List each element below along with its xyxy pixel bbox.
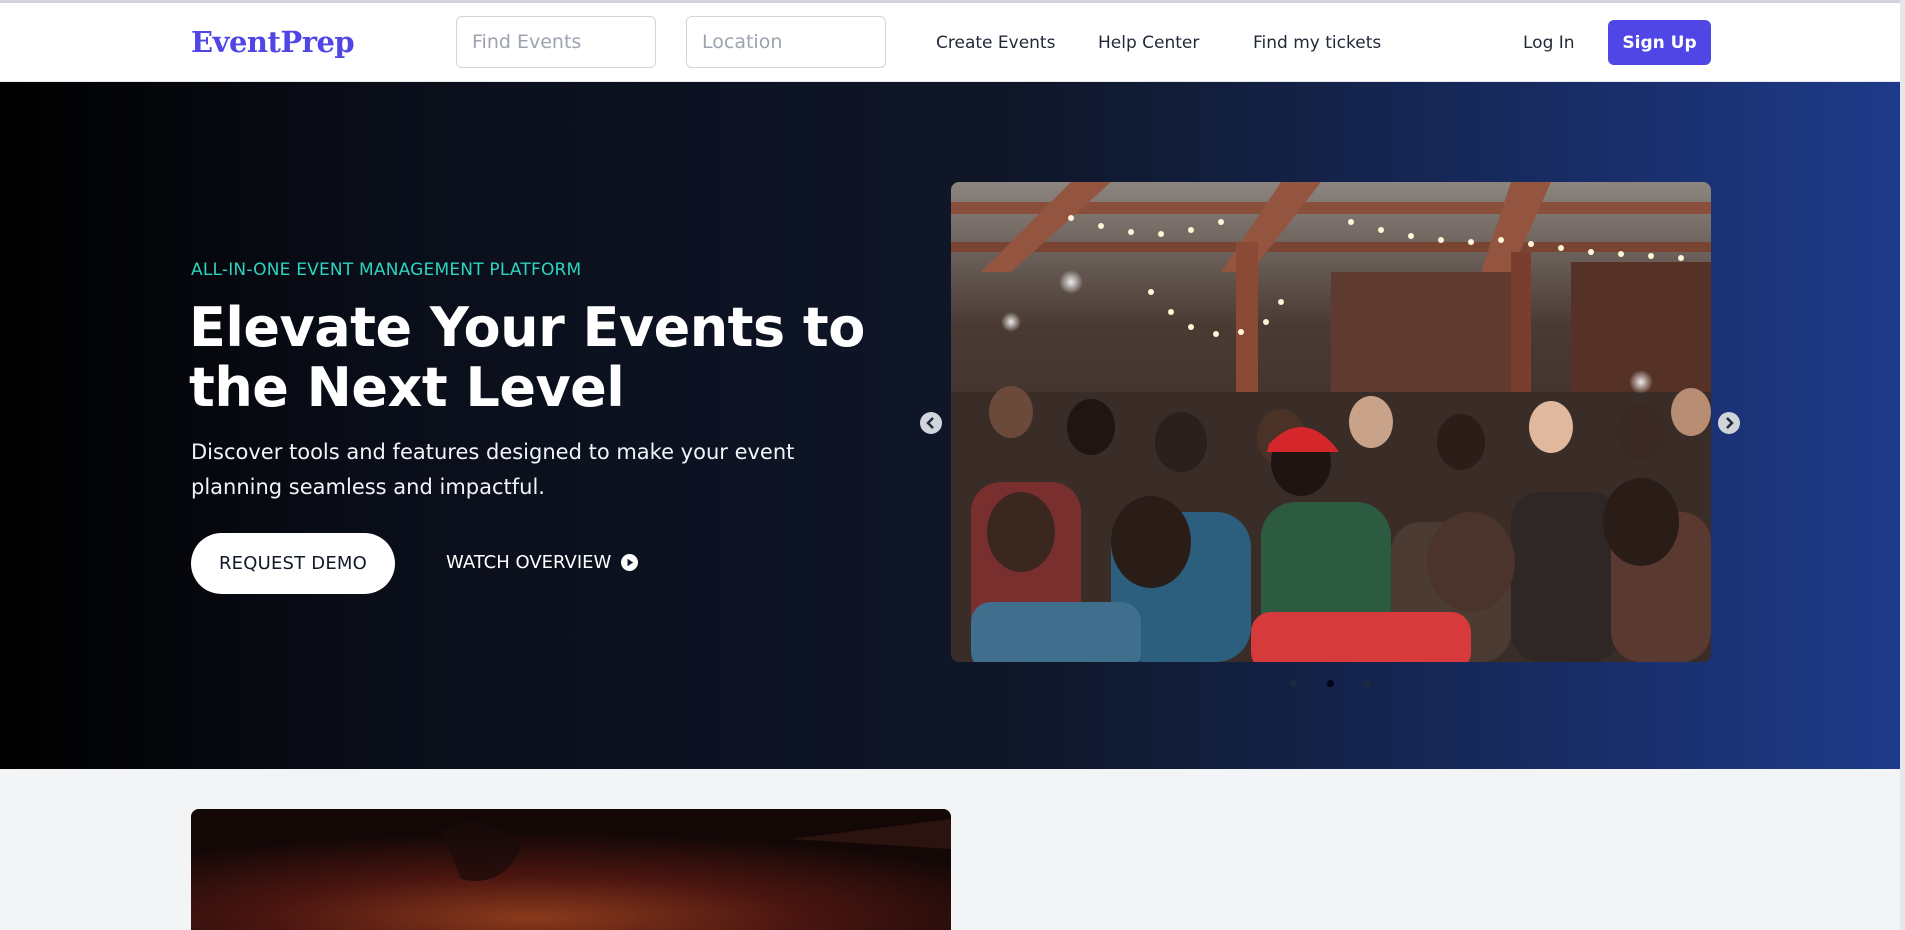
watch-overview-label: WATCH OVERVIEW bbox=[446, 552, 612, 573]
login-link[interactable]: Log In bbox=[1523, 33, 1575, 53]
top-navbar: EventPrep Create Events Help Center Find… bbox=[0, 0, 1900, 82]
page-scrollbar[interactable] bbox=[1900, 0, 1905, 930]
signup-button[interactable]: Sign Up bbox=[1608, 20, 1711, 65]
chevron-left-circle-icon[interactable] bbox=[920, 412, 942, 434]
chevron-right-circle-icon[interactable] bbox=[1718, 412, 1740, 434]
nav-link-help-center[interactable]: Help Center bbox=[1098, 33, 1199, 53]
carousel-indicators bbox=[1290, 680, 1371, 687]
carousel-dot-2[interactable] bbox=[1327, 680, 1334, 687]
location-input[interactable] bbox=[686, 16, 886, 68]
carousel-dot-3[interactable] bbox=[1364, 680, 1371, 687]
play-circle-icon bbox=[621, 554, 639, 571]
watch-overview-link[interactable]: WATCH OVERVIEW bbox=[446, 552, 639, 573]
hero-headline: Elevate Your Events to the Next Level bbox=[189, 296, 865, 419]
brand-logo[interactable]: EventPrep bbox=[191, 25, 355, 59]
carousel-dot-1[interactable] bbox=[1290, 680, 1297, 687]
find-events-input[interactable] bbox=[456, 16, 656, 68]
hero-eyebrow: ALL-IN-ONE EVENT MANAGEMENT PLATFORM bbox=[191, 260, 582, 280]
request-demo-button[interactable]: REQUEST DEMO bbox=[191, 533, 395, 594]
nav-link-create-events[interactable]: Create Events bbox=[936, 33, 1055, 53]
hero-section: ALL-IN-ONE EVENT MANAGEMENT PLATFORM Ele… bbox=[0, 82, 1900, 769]
carousel-slide-image bbox=[951, 182, 1711, 662]
page: EventPrep Create Events Help Center Find… bbox=[0, 0, 1905, 930]
featured-event-card-image[interactable] bbox=[191, 809, 951, 930]
nav-link-find-my-tickets[interactable]: Find my tickets bbox=[1253, 33, 1381, 53]
hero-subtext: Discover tools and features designed to … bbox=[191, 440, 795, 499]
